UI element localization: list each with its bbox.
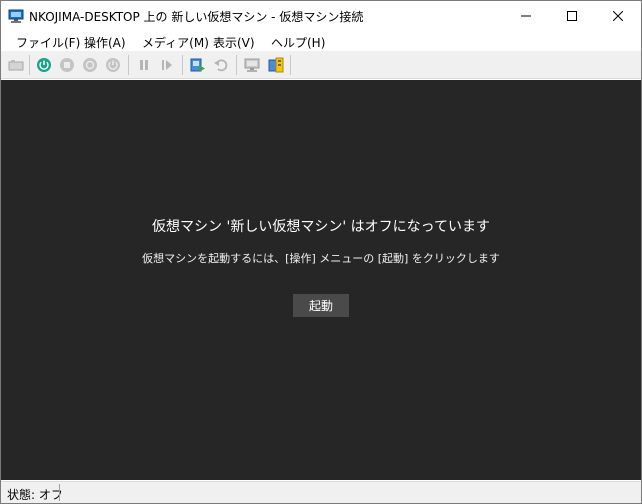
shutdown-icon[interactable] <box>81 56 99 74</box>
close-button[interactable] <box>595 1 641 31</box>
start-icon[interactable] <box>35 56 53 74</box>
status-separator <box>59 484 60 501</box>
ctrl-alt-del-icon[interactable] <box>7 56 25 74</box>
vm-connect-icon <box>8 8 24 24</box>
menu-view[interactable]: 表示(V) <box>213 34 255 51</box>
maximize-button[interactable] <box>549 1 595 31</box>
vm-connection-window: NKOJIMA-DESKTOP 上の 新しい仮想マシン - 仮想マシン接続 ファ… <box>0 0 642 504</box>
resume-icon[interactable] <box>158 56 176 74</box>
revert-icon[interactable] <box>212 56 230 74</box>
menu-action[interactable]: 操作(A) <box>84 34 126 51</box>
menu-media[interactable]: メディア(M) <box>142 34 209 51</box>
window-title: NKOJIMA-DESKTOP 上の 新しい仮想マシン - 仮想マシン接続 <box>29 10 364 24</box>
toolbar-separator <box>236 55 237 75</box>
vm-start-hint: 仮想マシンを起動するには、[操作] メニューの [起動] をクリックします <box>142 252 500 265</box>
save-icon[interactable] <box>104 56 122 74</box>
menu-help[interactable]: ヘルプ(H) <box>271 34 325 51</box>
toolbar-separator <box>29 55 30 75</box>
toolbar-separator <box>290 55 291 75</box>
status-text: 状態: オフ <box>7 488 63 502</box>
enhanced-session-icon[interactable] <box>243 56 261 74</box>
vm-display[interactable]: 仮想マシン '新しい仮想マシン' はオフになっています 仮想マシンを起動するには… <box>1 80 641 480</box>
share-icon[interactable] <box>267 56 285 74</box>
menu-file[interactable]: ファイル(F) <box>16 34 80 51</box>
turn-off-icon[interactable] <box>58 56 76 74</box>
vm-off-message: 仮想マシン '新しい仮想マシン' はオフになっています <box>152 219 490 235</box>
toolbar-separator <box>128 55 129 75</box>
toolbar <box>1 51 641 79</box>
menu-bar: ファイル(F) 操作(A) メディア(M) 表示(V) ヘルプ(H) <box>1 31 641 51</box>
start-button[interactable]: 起動 <box>293 294 349 317</box>
minimize-button[interactable] <box>503 1 549 31</box>
pause-icon[interactable] <box>135 56 153 74</box>
toolbar-separator <box>182 55 183 75</box>
status-bar: 状態: オフ <box>1 481 641 503</box>
checkpoint-icon[interactable] <box>189 56 207 74</box>
title-bar[interactable]: NKOJIMA-DESKTOP 上の 新しい仮想マシン - 仮想マシン接続 <box>1 1 641 31</box>
